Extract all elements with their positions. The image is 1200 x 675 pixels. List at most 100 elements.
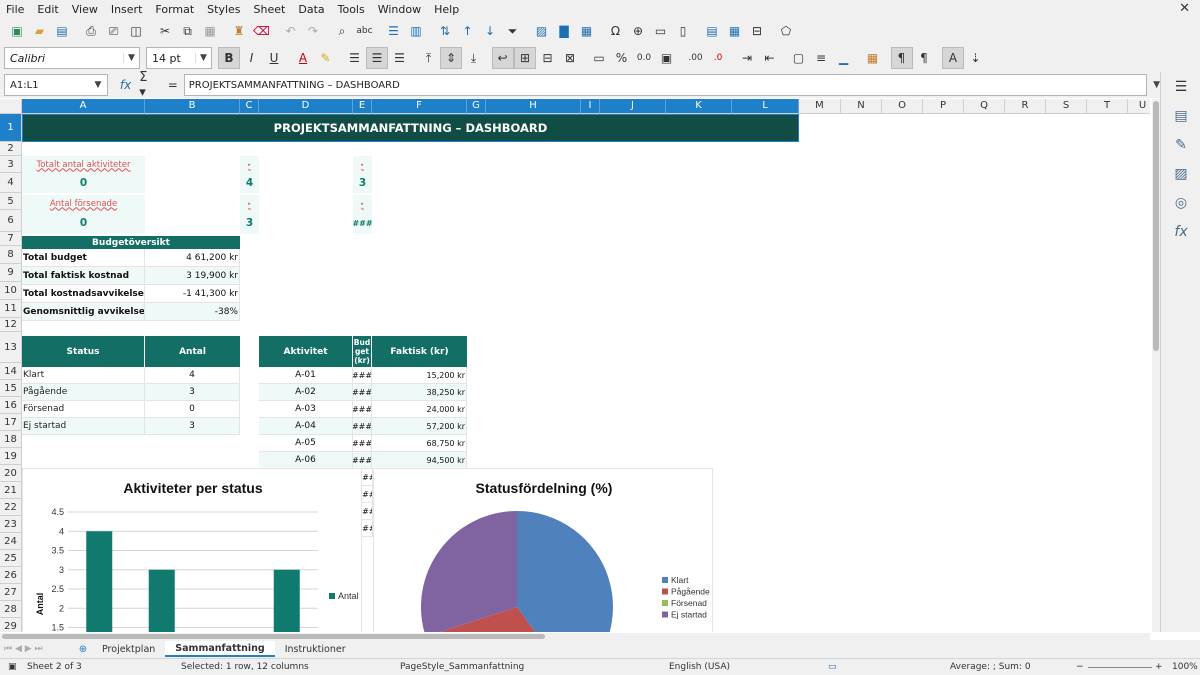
row-icon[interactable]: ☰ — [383, 20, 405, 42]
save-icon[interactable]: ▤ — [51, 20, 73, 42]
currency-format-icon[interactable]: ▭ — [588, 47, 610, 69]
kpi-total-label[interactable]: Totalt antal aktiviteter — [22, 156, 145, 173]
increase-indent-icon[interactable]: ⇥ — [736, 47, 758, 69]
show-draw-functions-icon[interactable]: ⬠ — [775, 20, 797, 42]
define-print-area-icon[interactable]: ▤ — [701, 20, 723, 42]
find-replace-icon[interactable]: ⌕ — [331, 20, 353, 42]
budget-label[interactable]: Genomsnittlig avvikelse % — [22, 303, 145, 321]
row-header-29[interactable]: 29 — [0, 618, 22, 632]
status-name[interactable]: Ej startad — [22, 418, 145, 435]
column-header-h[interactable]: H — [486, 99, 581, 114]
header-footer-icon[interactable]: ▯ — [672, 20, 694, 42]
status-count[interactable]: 3 — [145, 418, 240, 435]
column-header-e[interactable]: E — [353, 99, 372, 114]
activity-id[interactable]: A-02 — [259, 384, 353, 401]
row-header-26[interactable]: 26 — [0, 567, 22, 584]
menu-item-format[interactable]: Format — [155, 3, 194, 16]
merge-cells-icon[interactable]: ⊟ — [537, 47, 559, 69]
kpi-late-value[interactable]: 0 — [22, 212, 145, 234]
functions-icon[interactable]: fx — [1161, 217, 1200, 246]
formula-icon[interactable]: = — [168, 78, 178, 92]
column-header-q[interactable]: Q — [964, 99, 1005, 114]
activity-budget[interactable]: ### — [353, 418, 372, 435]
row-header-1[interactable]: 1 — [0, 114, 22, 142]
activity-actual[interactable]: 38,250 kr — [372, 384, 467, 401]
row-header-19[interactable]: 19 — [0, 448, 22, 465]
kpi-c5-label[interactable]: ▸ — [240, 195, 259, 212]
row-header-27[interactable]: 27 — [0, 584, 22, 601]
percent-format-icon[interactable]: % — [611, 47, 633, 69]
actual-col-header[interactable]: Faktisk (kr) — [372, 336, 467, 367]
row-header-21[interactable]: 21 — [0, 482, 22, 499]
align-bottom-icon[interactable]: ⤓ — [463, 47, 485, 69]
align-left-icon[interactable]: ☰ — [344, 47, 366, 69]
print-preview-icon[interactable]: ◫ — [125, 20, 147, 42]
menu-item-help[interactable]: Help — [434, 3, 459, 16]
tab-sammanfattning[interactable]: Sammanfattning — [165, 641, 275, 657]
pie-chart[interactable]: Statusfördelning (%) Klart Pågående Försena… — [373, 468, 713, 632]
column-header-o[interactable]: O — [882, 99, 923, 114]
status-count[interactable]: 3 — [145, 384, 240, 401]
budget-value[interactable]: 4 61,200 kr — [145, 249, 240, 267]
column-header-j[interactable]: J — [600, 99, 666, 114]
name-box[interactable]: A1:L1 ▼ — [4, 74, 108, 96]
activity-budget[interactable]: ### — [353, 435, 372, 452]
hyperlink-icon[interactable]: ⊕ — [627, 20, 649, 42]
row-header-17[interactable]: 17 — [0, 414, 22, 431]
new-document-icon[interactable]: ▣ — [6, 20, 28, 42]
budget-col-header[interactable]: Bud get (kr) — [353, 336, 372, 367]
function-wizard-icon[interactable]: fx — [120, 78, 131, 92]
sum-icon[interactable]: Σ ▾ — [139, 70, 157, 100]
row-header-2[interactable]: 2 — [0, 142, 22, 156]
open-folder-icon[interactable]: ▰ — [29, 20, 51, 42]
row-header-8[interactable]: 8 — [0, 246, 22, 264]
bar-chart[interactable]: Aktiviteter per status 4.5 4 3.5 3 2.5 2 1.5 Ant… — [22, 468, 362, 632]
column-icon[interactable]: ▥ — [405, 20, 427, 42]
row-header-25[interactable]: 25 — [0, 550, 22, 567]
activity-id[interactable]: A-01 — [259, 367, 353, 384]
cut-icon[interactable]: ✂ — [154, 20, 176, 42]
freeze-rows-icon[interactable]: ▦ — [724, 20, 746, 42]
column-header-g[interactable]: G — [467, 99, 486, 114]
column-header-n[interactable]: N — [841, 99, 882, 114]
activity-actual[interactable]: 15,200 kr — [372, 367, 467, 384]
vertical-scrollbar[interactable] — [1152, 99, 1160, 632]
column-header-r[interactable]: R — [1005, 99, 1046, 114]
menu-item-styles[interactable]: Styles — [207, 3, 240, 16]
kpi-c4-value[interactable]: 4 — [240, 173, 259, 193]
kpi-e6-value[interactable]: ### — [353, 212, 372, 234]
kpi-c3-label[interactable]: ▸ — [240, 156, 259, 173]
menu-item-file[interactable]: File — [6, 3, 24, 16]
undo-icon[interactable]: ↶ — [280, 20, 302, 42]
budget-value[interactable]: 3 19,900 kr — [145, 267, 240, 285]
horizontal-scrollbar[interactable] — [0, 633, 1150, 640]
font-color-icon[interactable]: A — [292, 47, 314, 69]
row-header-12[interactable]: 12 — [0, 318, 22, 332]
page-style[interactable]: PageStyle_Sammanfattning — [400, 662, 524, 672]
activity-budget[interactable]: ### — [353, 452, 372, 469]
spreadsheet-grid[interactable]: PROJEKTSAMMANFATTNING – DASHBOARD Totalt… — [0, 99, 1150, 632]
row-header-16[interactable]: 16 — [0, 397, 22, 414]
tab-projektplan[interactable]: Projektplan — [92, 641, 165, 657]
activity-actual[interactable]: 57,200 kr — [372, 418, 467, 435]
zoom-level[interactable]: 100% — [1172, 662, 1198, 672]
row-header-22[interactable]: 22 — [0, 499, 22, 516]
row-header-4[interactable]: 4 — [0, 173, 22, 193]
sort-descending-icon[interactable]: ↓ — [479, 20, 501, 42]
text-direction-horizontal-icon[interactable]: A — [942, 47, 964, 69]
column-header-d[interactable]: D — [259, 99, 353, 114]
properties-icon[interactable]: ▤ — [1161, 101, 1200, 130]
row-header-6[interactable]: 6 — [0, 210, 22, 232]
clone-formatting-icon[interactable]: ♜ — [228, 20, 250, 42]
row-header-14[interactable]: 14 — [0, 363, 22, 380]
tab-instruktioner[interactable]: Instruktioner — [275, 641, 356, 657]
align-center-icon[interactable]: ☰ — [366, 47, 388, 69]
row-header-23[interactable]: 23 — [0, 516, 22, 533]
row-header-10[interactable]: 10 — [0, 282, 22, 300]
formula-input[interactable]: PROJEKTSAMMANFATTNING – DASHBOARD — [183, 74, 1148, 96]
add-sheet-icon[interactable]: ⊕ — [74, 644, 92, 655]
status-name[interactable]: Försenad — [22, 401, 145, 418]
underline-icon[interactable]: U — [263, 47, 285, 69]
export-pdf-icon[interactable]: ⎙ — [80, 20, 102, 42]
menu-item-window[interactable]: Window — [378, 3, 421, 16]
